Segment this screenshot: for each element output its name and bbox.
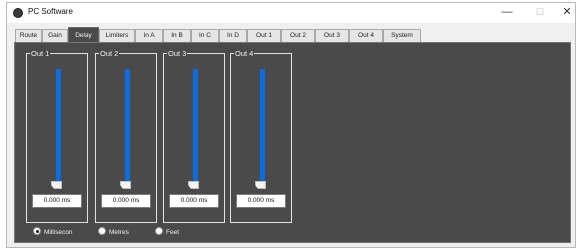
delay-panel: Out 1 0.000 ms Out 2 0.000 ms Out 3 0.00…: [14, 42, 571, 243]
delay-units-group: Millisecon Metres Feet: [33, 227, 233, 238]
radio-feet[interactable]: Feet: [155, 227, 180, 238]
close-button[interactable]: ✕: [552, 3, 582, 23]
title-bar: PC Software — ☐ ✕: [7, 3, 575, 23]
radio-label: Millisecon: [44, 229, 73, 236]
delay-slider-track[interactable]: [125, 69, 130, 187]
app-icon: [13, 8, 23, 18]
delay-slider-track[interactable]: [56, 69, 61, 187]
radio-label: Metres: [109, 229, 129, 236]
tab-out-3[interactable]: Out 3: [315, 29, 349, 42]
output-group-out-1: Out 1 0.000 ms: [26, 49, 88, 223]
delay-slider-track[interactable]: [193, 69, 198, 187]
radio-button-icon[interactable]: [98, 227, 106, 236]
tab-route[interactable]: Route: [15, 29, 42, 42]
delay-value-field[interactable]: 0.000 ms: [32, 194, 82, 208]
group-label: Out 1: [30, 49, 51, 58]
tab-in-c[interactable]: In C: [191, 29, 219, 42]
radio-metres[interactable]: Metres: [98, 227, 129, 238]
delay-slider-thumb[interactable]: [120, 181, 131, 189]
tab-in-d[interactable]: In D: [219, 29, 247, 42]
delay-slider-thumb[interactable]: [51, 181, 62, 189]
delay-slider-track[interactable]: [260, 69, 265, 187]
maximize-button[interactable]: ☐: [525, 3, 555, 23]
tab-out-2[interactable]: Out 2: [281, 29, 315, 42]
tab-in-a[interactable]: In A: [135, 29, 163, 42]
group-label: Out 3: [167, 49, 188, 58]
tab-strip: Route Gain Delay Limiters In A In B In C…: [15, 27, 485, 42]
minimize-button[interactable]: —: [492, 3, 522, 23]
tab-limiters[interactable]: Limiters: [99, 29, 135, 42]
delay-slider-thumb[interactable]: [255, 181, 266, 189]
output-group-out-2: Out 2 0.000 ms: [95, 49, 157, 223]
tab-gain[interactable]: Gain: [42, 29, 68, 42]
tab-delay[interactable]: Delay: [68, 27, 99, 42]
delay-value-field[interactable]: 0.000 ms: [236, 194, 286, 208]
tab-in-b[interactable]: In B: [163, 29, 191, 42]
tab-system[interactable]: System: [383, 29, 421, 42]
radio-button-icon[interactable]: [33, 227, 41, 236]
group-label: Out 4: [234, 49, 255, 58]
delay-value-field[interactable]: 0.000 ms: [101, 194, 151, 208]
radio-button-icon[interactable]: [155, 227, 163, 236]
window-title: PC Software: [28, 7, 73, 16]
output-group-out-4: Out 4 0.000 ms: [230, 49, 292, 223]
tab-out-1[interactable]: Out 1: [247, 29, 281, 42]
group-label: Out 2: [99, 49, 120, 58]
radio-milliseconds[interactable]: Millisecon: [33, 227, 73, 238]
app-window: PC Software — ☐ ✕ Route Gain Delay Limit…: [6, 2, 576, 248]
radio-label: Feet: [166, 229, 180, 236]
delay-value-field[interactable]: 0.000 ms: [169, 194, 219, 208]
output-group-out-3: Out 3 0.000 ms: [163, 49, 225, 223]
delay-slider-thumb[interactable]: [188, 181, 199, 189]
tab-out-4[interactable]: Out 4: [349, 29, 383, 42]
